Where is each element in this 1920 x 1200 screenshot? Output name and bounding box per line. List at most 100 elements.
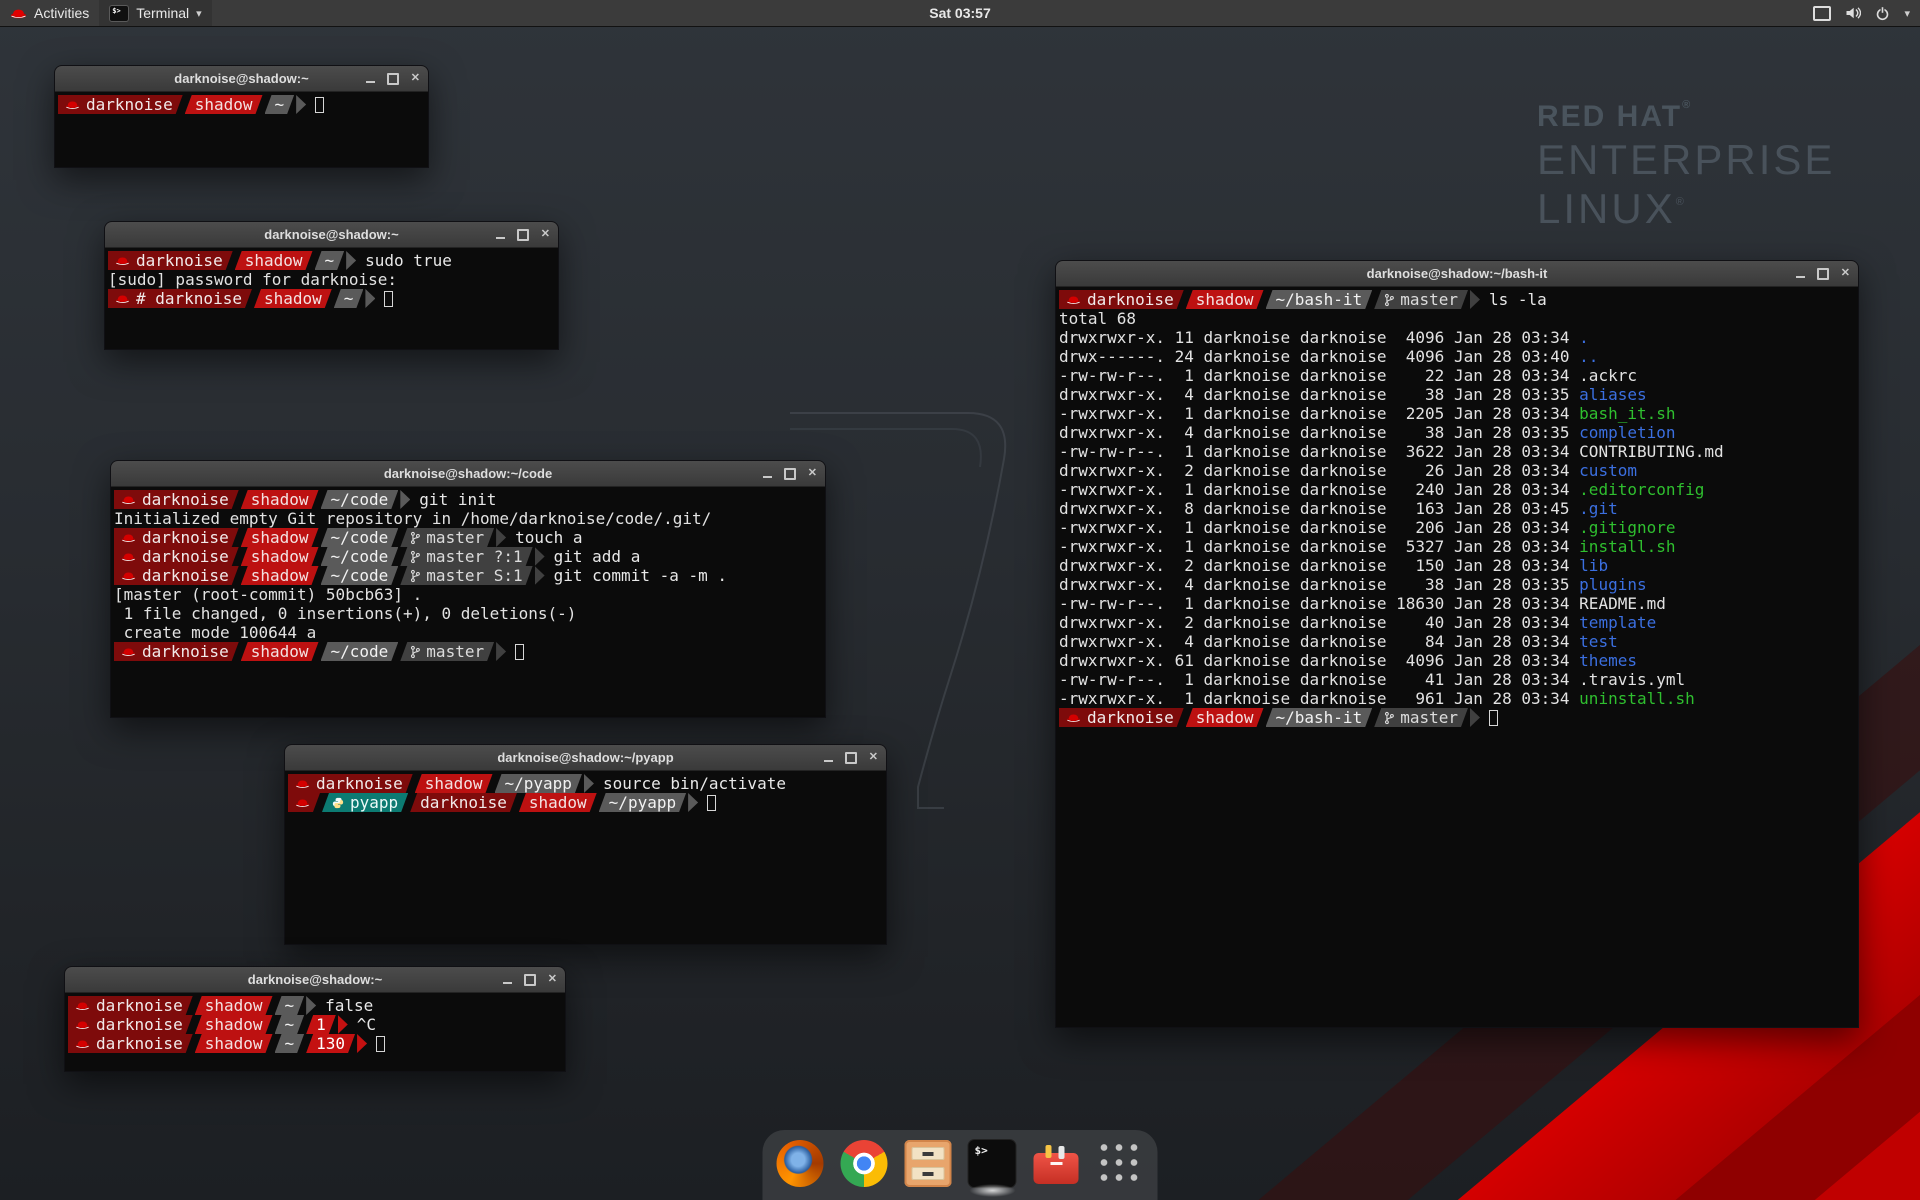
terminal-window-win2[interactable]: darknoise@shadow:~✕darknoiseshadow~sudo …: [104, 221, 559, 350]
segment-text: shadow: [205, 1034, 263, 1053]
file-list-row: -rw-rw-r--. 1 darknoise darknoise 22 Jan…: [1059, 366, 1856, 385]
terminal-body[interactable]: darknoiseshadow~: [55, 92, 428, 114]
clock[interactable]: Sat 03:57: [929, 5, 990, 21]
prompt-arrow: [296, 95, 306, 114]
segment-text: master: [426, 528, 484, 547]
prompt-segment-host: shadow: [254, 289, 332, 308]
window-buttons: ✕: [763, 461, 817, 486]
output-line: create mode 100644 a: [114, 623, 823, 642]
toolbox-dock-icon[interactable]: [1033, 1140, 1080, 1187]
command-text: false: [325, 996, 373, 1015]
segment-text: shadow: [251, 528, 309, 547]
git-branch-icon: [1384, 711, 1394, 725]
terminal-body[interactable]: darknoiseshadow~/codegit initInitialized…: [111, 487, 825, 661]
output-line: total 68: [1059, 309, 1856, 328]
terminal-window-win1[interactable]: darknoise@shadow:~✕darknoiseshadow~: [54, 65, 429, 168]
file-attributes: -rwxrwxr-x. 1 darknoise darknoise 240 Ja…: [1059, 480, 1579, 499]
segment-text: shadow: [251, 642, 309, 661]
close-button[interactable]: ✕: [541, 229, 550, 240]
output-text: [master (root-commit) 50bcb63] .: [114, 585, 422, 604]
terminal-cursor: [707, 795, 716, 811]
prompt-segment-path: ~: [265, 95, 295, 114]
file-name: test: [1579, 632, 1618, 651]
terminal-window-win3[interactable]: darknoise@shadow:~/code✕darknoiseshadow~…: [110, 460, 826, 718]
close-button[interactable]: ✕: [548, 974, 557, 985]
file-list-row: -rw-rw-r--. 1 darknoise darknoise 18630 …: [1059, 594, 1856, 613]
file-attributes: drwx------. 24 darknoise darknoise 4096 …: [1059, 347, 1579, 366]
prompt-line: darknoiseshadow~/codemaster ?:1git add a: [114, 547, 823, 566]
command-text: source bin/activate: [603, 774, 786, 793]
prompt-segment-path: ~: [315, 251, 345, 270]
file-name: install.sh: [1579, 537, 1675, 556]
window-buttons: ✕: [824, 745, 878, 770]
minimize-button[interactable]: [763, 470, 772, 478]
minimize-button[interactable]: [503, 976, 512, 984]
chrome-dock-icon[interactable]: [841, 1140, 888, 1187]
terminal-window-win4[interactable]: darknoise@shadow:~/pyapp✕darknoiseshadow…: [284, 744, 887, 945]
maximize-button[interactable]: [517, 229, 529, 241]
maximize-button[interactable]: [524, 974, 536, 986]
window-titlebar[interactable]: darknoise@shadow:~/pyapp✕: [285, 745, 886, 771]
segment-text: ~: [325, 251, 335, 270]
minimize-button[interactable]: [1796, 270, 1805, 278]
file-attributes: -rwxrwxr-x. 1 darknoise darknoise 2205 J…: [1059, 404, 1579, 423]
file-attributes: drwxrwxr-x. 4 darknoise darknoise 38 Jan…: [1059, 423, 1579, 442]
prompt-arrow: [496, 642, 506, 661]
terminal-body[interactable]: darknoiseshadow~falsedarknoiseshadow~1^C…: [65, 993, 565, 1053]
maximize-button[interactable]: [1817, 268, 1829, 280]
prompt-line: darknoiseshadow~/codemaster: [114, 642, 823, 661]
files-dock-icon[interactable]: [905, 1140, 952, 1187]
segment-text: darknoise: [1087, 290, 1174, 309]
terminal-cursor: [315, 97, 324, 113]
maximize-button[interactable]: [387, 73, 399, 85]
output-line: [sudo] password for darknoise:: [108, 270, 556, 289]
minimize-button[interactable]: [496, 231, 505, 239]
app-menu-terminal[interactable]: $> Terminal ▾: [99, 0, 211, 26]
segment-text: ~/code: [331, 566, 389, 585]
activities-button[interactable]: Activities: [0, 0, 99, 26]
minimize-button[interactable]: [824, 754, 833, 762]
firefox-dock-icon[interactable]: [777, 1140, 824, 1187]
file-attributes: drwxrwxr-x. 61 darknoise darknoise 4096 …: [1059, 651, 1579, 670]
window-buttons: ✕: [496, 222, 550, 247]
redhat-fedora-icon: [121, 646, 136, 657]
minimize-button[interactable]: [366, 75, 375, 83]
terminal-dock-icon[interactable]: $>: [969, 1140, 1016, 1187]
terminal-window-win6[interactable]: darknoise@shadow:~/bash-it✕darknoiseshad…: [1055, 260, 1859, 1028]
redhat-fedora-icon: [75, 1019, 90, 1030]
terminal-body[interactable]: darknoiseshadow~/pyappsource bin/activat…: [285, 771, 886, 812]
segment-text: darknoise: [142, 547, 229, 566]
close-button[interactable]: ✕: [808, 468, 817, 479]
file-name: README.md: [1579, 594, 1666, 613]
window-titlebar[interactable]: darknoise@shadow:~✕: [105, 222, 558, 248]
command-text: sudo true: [365, 251, 452, 270]
window-title: darknoise@shadow:~/code: [384, 466, 552, 481]
command-text: git init: [419, 490, 496, 509]
window-titlebar[interactable]: darknoise@shadow:~/code ✕: [111, 461, 825, 487]
segment-text: # darknoise: [136, 289, 242, 308]
window-titlebar[interactable]: darknoise@shadow:~✕: [55, 66, 428, 92]
segment-text: master ?:1: [426, 547, 522, 566]
window-title: darknoise@shadow:~: [248, 972, 382, 987]
terminal-cursor: [384, 291, 393, 307]
system-status-area[interactable]: ▾: [1813, 0, 1914, 26]
window-titlebar[interactable]: darknoise@shadow:~/bash-it✕: [1056, 261, 1858, 287]
redhat-fedora-icon: [115, 255, 130, 266]
segment-text: shadow: [205, 1015, 263, 1034]
close-button[interactable]: ✕: [1841, 268, 1850, 279]
segment-text: pyapp: [350, 793, 398, 812]
maximize-button[interactable]: [845, 752, 857, 764]
terminal-body[interactable]: darknoiseshadow~/bash-itmasterls -latota…: [1056, 287, 1858, 727]
file-attributes: drwxrwxr-x. 2 darknoise darknoise 40 Jan…: [1059, 613, 1579, 632]
redhat-fedora-icon: [10, 7, 27, 19]
window-titlebar[interactable]: darknoise@shadow:~ ✕: [65, 967, 565, 993]
close-button[interactable]: ✕: [411, 73, 420, 84]
prompt-arrow: [400, 490, 410, 509]
terminal-window-win5[interactable]: darknoise@shadow:~ ✕ darknoiseshadow~false…: [64, 966, 566, 1072]
terminal-body[interactable]: darknoiseshadow~sudo true[sudo] password…: [105, 248, 558, 308]
segment-text: shadow: [195, 95, 253, 114]
close-button[interactable]: ✕: [869, 752, 878, 763]
maximize-button[interactable]: [784, 468, 796, 480]
show-apps-dock-icon[interactable]: [1099, 1142, 1142, 1185]
terminal-app-icon: $>: [109, 5, 129, 22]
